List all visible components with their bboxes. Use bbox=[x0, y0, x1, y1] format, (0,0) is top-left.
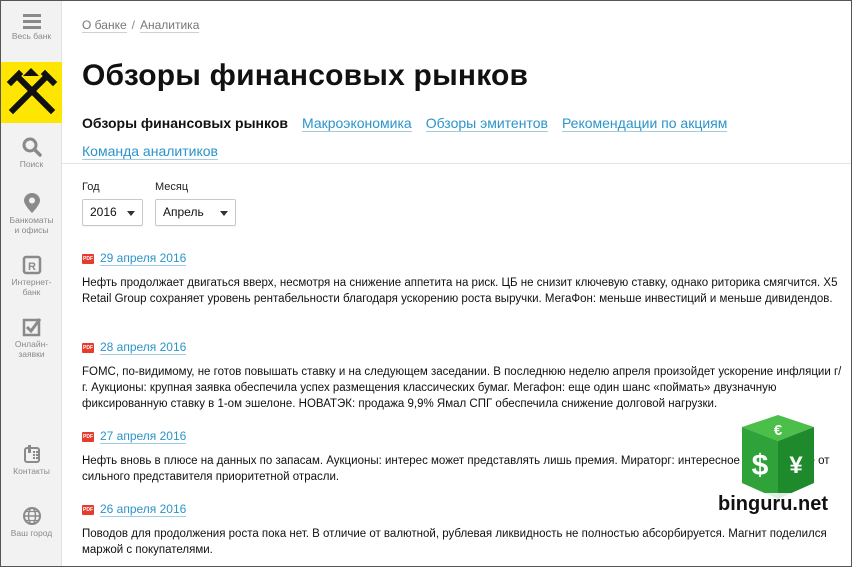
chevron-down-icon bbox=[127, 211, 135, 216]
breadcrumb: О банке / Аналитика bbox=[82, 18, 200, 33]
watermark-text: binguru.net bbox=[716, 493, 830, 516]
news-date-link[interactable]: 26 апреля 2016 bbox=[100, 502, 187, 517]
year-label: Год bbox=[82, 181, 100, 193]
tab-stock-recommendations[interactable]: Рекомендации по акциям bbox=[561, 115, 728, 132]
sidebar-item-label: Поиск bbox=[19, 159, 44, 169]
pdf-icon: PDF bbox=[82, 504, 94, 515]
news-date-link[interactable]: 29 апреля 2016 bbox=[100, 251, 187, 266]
pdf-icon: PDF bbox=[82, 342, 94, 353]
month-label: Месяц bbox=[155, 181, 189, 193]
section-tabs: Обзоры финансовых рынков Макроэкономика Об… bbox=[82, 109, 842, 165]
news-item: PDF 29 апреля 2016 Нефть продолжает двиг… bbox=[82, 251, 847, 307]
news-date-link[interactable]: 27 апреля 2016 bbox=[100, 429, 187, 444]
sidebar-item-label: Банкоматы и офисы bbox=[9, 215, 54, 235]
search-icon bbox=[22, 137, 42, 157]
tab-market-reviews[interactable]: Обзоры финансовых рынков bbox=[82, 115, 288, 131]
sidebar-item-search[interactable]: Поиск bbox=[1, 137, 62, 169]
sidebar-item-label: Ваш город bbox=[10, 528, 53, 538]
sidebar-menu-button[interactable]: Весь банк bbox=[1, 13, 62, 41]
sidebar-item-label: Онлайн- заявки bbox=[14, 339, 49, 359]
hamburger-menu-icon bbox=[22, 14, 41, 29]
tab-issuer-reviews[interactable]: Обзоры эмитентов bbox=[425, 115, 548, 132]
raiffeisen-logo-icon bbox=[1, 62, 62, 123]
pdf-icon: PDF bbox=[82, 431, 94, 442]
year-value: 2016 bbox=[90, 205, 117, 219]
chevron-down-icon bbox=[220, 211, 228, 216]
sidebar-menu-label: Весь банк bbox=[11, 31, 52, 41]
breadcrumb-link-analytics[interactable]: Аналитика bbox=[139, 18, 200, 33]
sidebar-item-label: Контакты bbox=[13, 466, 50, 476]
page-title: Обзоры финансовых рынков bbox=[82, 59, 529, 92]
globe-icon bbox=[22, 507, 41, 525]
sidebar-item-internet-bank[interactable]: R Интернет- банк bbox=[1, 255, 62, 297]
year-select[interactable]: 2016 bbox=[82, 199, 143, 226]
location-pin-icon bbox=[23, 193, 40, 213]
euro-symbol: € bbox=[774, 422, 783, 439]
sidebar-item-contacts[interactable]: Контакты bbox=[1, 444, 62, 476]
news-text: Нефть продолжает двигаться вверх, несмот… bbox=[82, 277, 838, 305]
month-value: Апрель bbox=[163, 205, 204, 219]
sidebar-item-label: Интернет- банк bbox=[11, 277, 52, 297]
tab-macroeconomics[interactable]: Макроэкономика bbox=[302, 115, 412, 132]
bank-logo[interactable] bbox=[1, 62, 62, 123]
yen-symbol: ¥ bbox=[789, 452, 803, 479]
phone-icon bbox=[23, 445, 40, 463]
news-item: PDF 28 апреля 2016 FOMC, по-видимому, не… bbox=[82, 340, 847, 412]
sidebar-item-city[interactable]: Ваш город bbox=[1, 506, 62, 538]
sidebar-item-online-requests[interactable]: Онлайн- заявки bbox=[1, 317, 62, 359]
sidebar: Весь банк Поиск Банкоматы и офисы R Инте… bbox=[1, 1, 62, 566]
month-select[interactable]: Апрель bbox=[155, 199, 236, 226]
svg-text:R: R bbox=[28, 261, 36, 273]
pdf-icon: PDF bbox=[82, 253, 94, 264]
news-text: FOMC, по-видимому, не готов повышать ста… bbox=[82, 366, 842, 410]
month-filter: Месяц Апрель bbox=[155, 181, 236, 226]
tab-analyst-team[interactable]: Команда аналитиков bbox=[82, 143, 218, 160]
checkbox-icon bbox=[22, 318, 41, 337]
tabs-divider bbox=[62, 163, 851, 164]
sidebar-item-atms[interactable]: Банкоматы и офисы bbox=[1, 193, 62, 235]
dollar-symbol: $ bbox=[752, 449, 769, 482]
news-text: Поводов для продолжения роста пока нет. … bbox=[82, 528, 827, 556]
breadcrumb-link-about[interactable]: О банке bbox=[82, 18, 127, 33]
internet-bank-icon: R bbox=[22, 255, 41, 275]
year-filter: Год 2016 bbox=[82, 181, 143, 226]
breadcrumb-separator: / bbox=[131, 18, 135, 32]
news-date-row: PDF 28 апреля 2016 bbox=[82, 340, 847, 355]
news-date-row: PDF 29 апреля 2016 bbox=[82, 251, 847, 266]
news-date-link[interactable]: 28 апреля 2016 bbox=[100, 340, 187, 355]
